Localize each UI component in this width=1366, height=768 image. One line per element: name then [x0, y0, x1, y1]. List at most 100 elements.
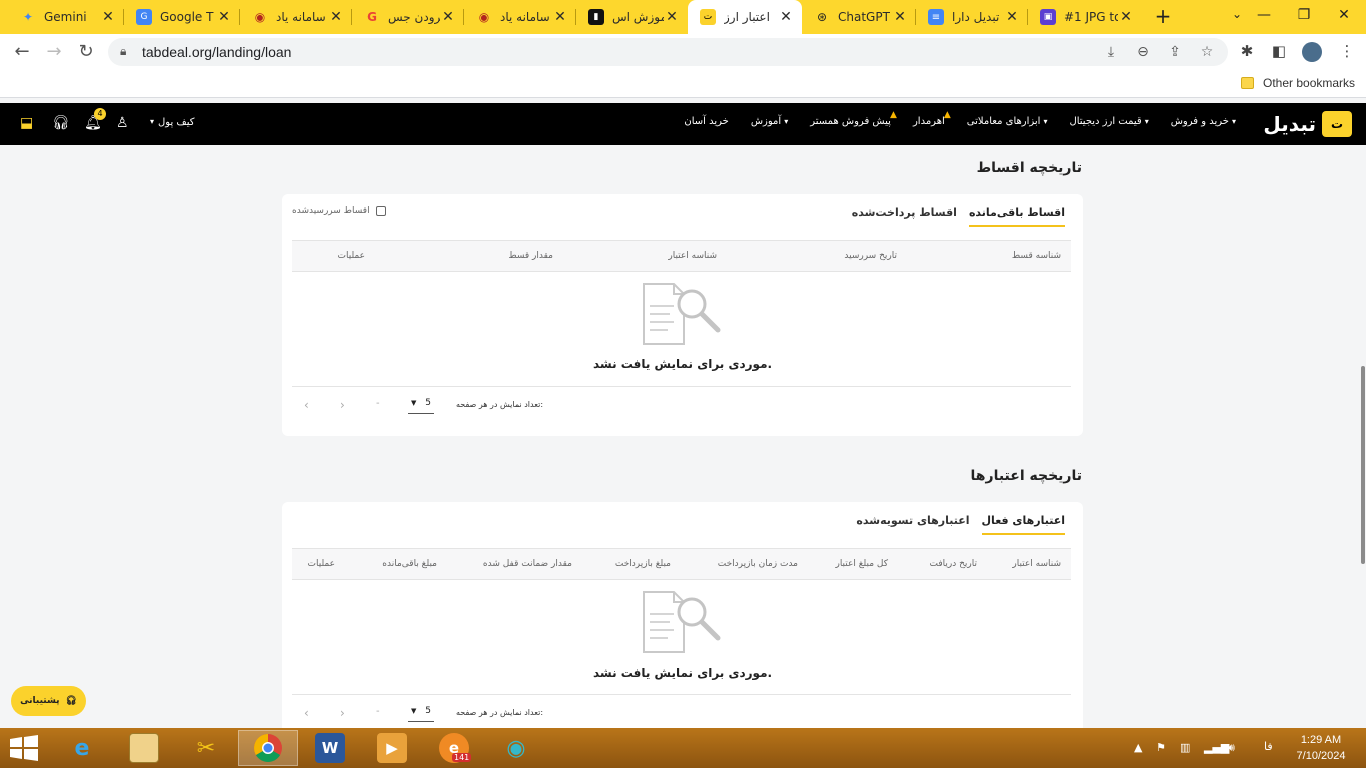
close-icon[interactable]: ✕: [100, 9, 116, 25]
brand-name: تبدیل: [1263, 112, 1316, 136]
overdue-filter[interactable]: اقساط سررسیدشده: [292, 206, 386, 216]
close-icon[interactable]: ✕: [1004, 9, 1020, 25]
support-button[interactable]: پشتیبانی 🎧︎: [11, 686, 86, 716]
forward-icon[interactable]: →: [42, 40, 66, 64]
taskbar-eitaa[interactable]: e 141: [424, 730, 484, 766]
tab-settled-credits[interactable]: اعتبارهای تسویه‌شده: [856, 510, 969, 535]
tab-title: فرودن جس: [388, 10, 440, 24]
browser-tab[interactable]: G فرودن جس ✕: [352, 0, 464, 34]
user-icon[interactable]: ♙: [116, 115, 129, 133]
browser-tab[interactable]: ≡ تبدیل دارا ✕: [916, 0, 1028, 34]
browser-tab-active[interactable]: ت اعتبار ارز ✕: [688, 0, 802, 34]
tab-remaining-installments[interactable]: اقساط باقی‌مانده: [968, 202, 1065, 227]
page-size-label: تعداد نمایش در هر صفحه:: [456, 400, 544, 409]
nav-label: قیمت ارز دیجیتال: [1069, 116, 1142, 127]
google-translate-icon: G: [136, 9, 152, 25]
browser-tab[interactable]: ▣ #1 JPG to ✕: [1028, 0, 1142, 34]
close-icon[interactable]: ✕: [440, 9, 456, 25]
chevron-down-icon: ▾: [1231, 117, 1236, 126]
taskbar-player[interactable]: ▶: [362, 730, 422, 766]
nav-easy-buy[interactable]: خرید آسان: [684, 116, 728, 127]
chevron-left-icon[interactable]: ‹: [304, 398, 309, 412]
chevron-down-icon: ▾: [150, 117, 155, 126]
install-icon[interactable]: ⤓: [1102, 44, 1120, 62]
wallet-menu[interactable]: ▾ کیف پول: [150, 117, 195, 128]
zoom-icon[interactable]: ⊖: [1134, 44, 1152, 62]
tab-paid-installments[interactable]: اقساط پرداخت‌شده: [852, 202, 957, 227]
deposit-icon[interactable]: ⬓: [20, 115, 33, 133]
menu-icon[interactable]: ⋮: [1336, 42, 1358, 62]
system-clock[interactable]: 1:29 AM 7/10/2024: [1286, 732, 1356, 764]
chevron-right-icon[interactable]: ›: [340, 706, 345, 720]
tray-overflow-icon[interactable]: ▲: [1134, 741, 1142, 754]
restore-icon[interactable]: ❐: [1284, 0, 1324, 34]
file-explorer-icon: [129, 733, 159, 763]
close-icon[interactable]: ✕: [1118, 9, 1134, 25]
chevron-right-icon[interactable]: ›: [340, 398, 345, 412]
nav-leverage[interactable]: اهرمدار ▲: [913, 110, 951, 127]
address-bar[interactable]: 🔒︎ tabdeal.org/landing/loan ⤓ ⊖ ⇪ ☆: [108, 38, 1228, 66]
language-indicator[interactable]: فا: [1264, 740, 1273, 753]
close-icon[interactable]: ✕: [552, 9, 568, 25]
share-icon[interactable]: ⇪: [1166, 44, 1184, 62]
browser-tab[interactable]: ◉ سامانه یاد ✕: [464, 0, 576, 34]
nav-education[interactable]: آموزش ▾: [751, 116, 788, 127]
tab-active-credits[interactable]: اعتبارهای فعال: [981, 510, 1065, 535]
nav-trading-tools[interactable]: ابزارهای معاملاتی ▾: [967, 116, 1048, 127]
new-tab-button[interactable]: +: [1152, 5, 1174, 27]
bookmark-star-icon[interactable]: ☆: [1198, 44, 1216, 62]
taskbar-chrome[interactable]: [238, 730, 298, 766]
browser-tab-strip: ✦ Gemini ✕ G Google T ✕ ◉ سامانه یاد ✕ G…: [0, 0, 1366, 34]
browser-tab[interactable]: ⊛ ChatGPT ✕: [802, 0, 916, 34]
other-bookmarks[interactable]: Other bookmarks: [1263, 76, 1355, 90]
tabdeal-icon: ت: [700, 9, 716, 25]
tab-title: آموزش اس: [612, 10, 664, 24]
close-icon[interactable]: ✕: [778, 9, 794, 25]
overdue-checkbox[interactable]: [375, 206, 386, 216]
installments-tabs: اقساط باقی‌مانده اقساط پرداخت‌شده: [852, 202, 1065, 227]
installments-card: اقساط باقی‌مانده اقساط پرداخت‌شده اقساط …: [282, 194, 1083, 436]
side-panel-icon[interactable]: ◧: [1268, 42, 1290, 62]
minimize-icon[interactable]: —: [1244, 0, 1284, 34]
support-label: پشتیبانی: [20, 696, 60, 706]
page-scrollbar[interactable]: [1361, 366, 1365, 564]
close-icon[interactable]: ✕: [216, 9, 232, 25]
back-icon[interactable]: ←: [10, 40, 34, 64]
browser-tab[interactable]: ✦ Gemini ✕: [8, 0, 124, 34]
site-info-icon[interactable]: 🔒︎: [120, 44, 126, 59]
unread-badge: 141: [452, 753, 472, 762]
profile-avatar[interactable]: [1302, 42, 1322, 62]
column-header: عملیات: [337, 251, 365, 261]
tab-title: سامانه یاد: [276, 10, 326, 24]
taskbar-eye-app[interactable]: ◉: [486, 730, 546, 766]
windows-start-icon[interactable]: [8, 734, 40, 762]
close-icon[interactable]: ✕: [328, 9, 344, 25]
taskbar-app[interactable]: ✂: [176, 730, 236, 766]
taskbar-explorer[interactable]: [114, 730, 174, 766]
window-close-icon[interactable]: ✕: [1324, 0, 1364, 34]
action-center-icon[interactable]: ⚑: [1156, 741, 1166, 754]
nav-presale[interactable]: پیش فروش همستر ▲: [810, 110, 897, 127]
taskbar-word[interactable]: W: [300, 730, 360, 766]
brand-logo[interactable]: تبدیل ت: [1263, 110, 1352, 138]
reload-icon[interactable]: ↻: [74, 40, 98, 64]
network-adapter-icon[interactable]: ▥: [1180, 741, 1190, 754]
credits-pagination: ‹ › - ▼ 5 تعداد نمایش در هر صفحه:: [282, 704, 1083, 724]
taskbar-ie[interactable]: e: [52, 730, 112, 766]
browser-tab[interactable]: ◉ سامانه یاد ✕: [240, 0, 352, 34]
page-size-select[interactable]: ▼ 5: [408, 704, 434, 722]
extensions-icon[interactable]: ✱: [1236, 42, 1258, 62]
headset-icon[interactable]: 🎧︎: [52, 115, 70, 133]
nav-buy-sell[interactable]: خرید و فروش ▾: [1171, 116, 1236, 127]
volume-icon[interactable]: 🔊︎: [1228, 741, 1235, 755]
browser-tab[interactable]: ▮ آموزش اس ✕: [576, 0, 688, 34]
chevron-left-icon[interactable]: ‹: [304, 706, 309, 720]
page-size-select[interactable]: ▼ 5: [408, 396, 434, 414]
nav-prices[interactable]: قیمت ارز دیجیتال ▾: [1069, 116, 1148, 127]
close-icon[interactable]: ✕: [664, 9, 680, 25]
browser-tab[interactable]: G Google T ✕: [124, 0, 240, 34]
close-icon[interactable]: ✕: [892, 9, 908, 25]
chevron-down-icon[interactable]: ⌄: [1232, 7, 1242, 21]
main-nav: خرید و فروش ▾ قیمت ارز دیجیتال ▾ ابزارهای …: [684, 110, 1236, 127]
signal-icon[interactable]: ▂▄▆: [1204, 741, 1229, 754]
